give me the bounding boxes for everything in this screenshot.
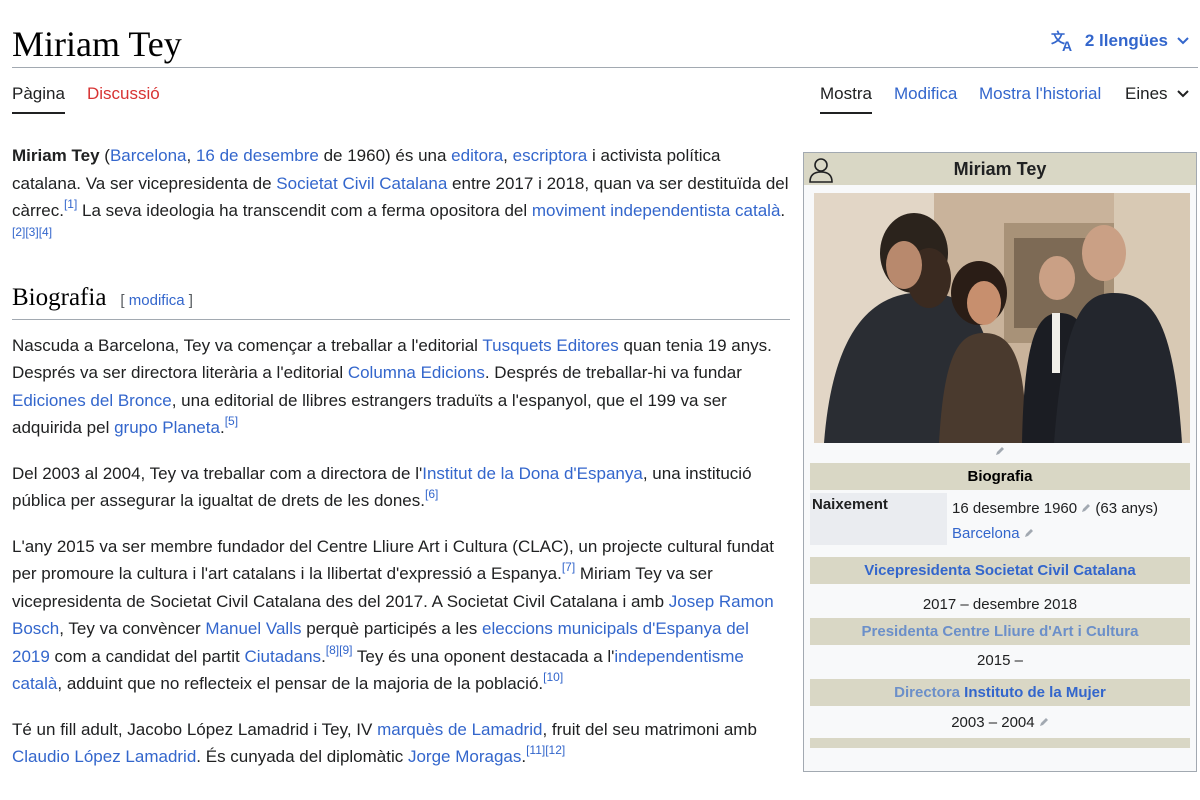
tab-page[interactable]: Pàgina	[12, 84, 65, 114]
infobox-next-row	[810, 738, 1190, 748]
paragraph-4: Té un fill adult, Jacobo López Lamadrid …	[12, 719, 757, 767]
tab-read[interactable]: Mostra	[820, 84, 872, 114]
photo-illustration	[814, 193, 1190, 443]
role-3-dates: 2003 – 2004	[804, 706, 1196, 738]
link-barcelona[interactable]: Barcelona	[110, 146, 187, 165]
infobox-role-3: Directora Instituto de la Mujer	[810, 679, 1190, 706]
infobox: Miriam Tey Biografia Naixement 16 desemb…	[803, 152, 1197, 772]
reference-1[interactable]: [1]	[64, 197, 77, 211]
chevron-down-icon	[1177, 37, 1189, 45]
birth-label: Naixement	[810, 493, 947, 545]
infobox-title: Miriam Tey	[804, 153, 1196, 185]
reference-11[interactable]: [11]	[526, 743, 545, 757]
svg-text:A: A	[1062, 38, 1072, 52]
reference-5[interactable]: [5]	[225, 414, 238, 428]
infobox-role-2: Presidenta Centre Lliure d'Art i Cultura	[810, 618, 1190, 645]
role-2-dates: 2015 –	[977, 652, 1023, 669]
reference-3[interactable]: [3]	[25, 225, 38, 239]
role-1-link[interactable]: Vicepresidenta Societat Civil Catalana	[864, 562, 1136, 579]
role-2-text[interactable]: Presidenta Centre Lliure d'Art i Cultura	[862, 623, 1139, 640]
link-manuel-valls[interactable]: Manuel Valls	[205, 619, 301, 638]
pencil-icon[interactable]	[1081, 503, 1091, 513]
link-ciutadans[interactable]: Ciutadans	[245, 647, 322, 666]
section-edit-link[interactable]: modifica	[129, 292, 185, 309]
language-count: 2 llengües	[1084, 31, 1168, 50]
link-escriptora[interactable]: escriptora	[513, 146, 588, 165]
section-title: Biografia	[12, 284, 107, 311]
reference-10[interactable]: [10]	[543, 670, 563, 684]
infobox-section-bio: Biografia	[810, 463, 1190, 490]
birth-value: 16 desembre 1960 (63 anys) Barcelona	[952, 500, 1158, 542]
reference-12[interactable]: [12]	[545, 743, 565, 757]
birth-place-link[interactable]: Barcelona	[952, 525, 1020, 542]
pencil-icon[interactable]	[1039, 717, 1049, 727]
section-heading-biografia: Biografia [ modifica ]	[12, 284, 790, 320]
page-header: Miriam Tey 文 A 2 llengües	[12, 0, 1198, 68]
paragraph-1: Nascuda a Barcelona, Tey va començar a t…	[12, 335, 772, 438]
person-icon	[809, 158, 833, 183]
reference-6[interactable]: [6]	[425, 487, 438, 501]
paragraph-3: L'any 2015 va ser membre fundador del Ce…	[12, 536, 775, 694]
article-subject: Miriam Tey	[12, 146, 100, 165]
page-title: Miriam Tey	[12, 24, 182, 64]
link-planeta[interactable]: grupo Planeta	[114, 418, 220, 437]
link-moviment[interactable]: moviment independentista català	[532, 201, 781, 220]
tab-history[interactable]: Mostra l'historial	[979, 84, 1101, 112]
link-bronce[interactable]: Ediciones del Bronce	[12, 391, 172, 410]
infobox-role-1: Vicepresidenta Societat Civil Catalana	[810, 557, 1190, 584]
link-editora[interactable]: editora	[451, 146, 503, 165]
reference-9[interactable]: [9]	[339, 643, 352, 657]
chevron-down-icon	[1176, 90, 1189, 98]
link-columna[interactable]: Columna Edicions	[348, 363, 485, 382]
reference-8[interactable]: [8]	[326, 643, 339, 657]
edit-image-icon[interactable]	[804, 443, 1196, 461]
tools-menu[interactable]: Eines	[1125, 84, 1190, 112]
link-scc[interactable]: Societat Civil Catalana	[276, 174, 447, 193]
paragraph-2: Del 2003 al 2004, Tey va treballar com a…	[12, 463, 752, 511]
tab-talk[interactable]: Discussió	[87, 84, 160, 112]
link-institut-dona[interactable]: Institut de la Dona d'Espanya	[422, 464, 643, 483]
role-3-link[interactable]: Instituto de la Mujer	[960, 684, 1106, 701]
reference-2[interactable]: [2]	[12, 225, 25, 239]
section-edit: [ modifica ]	[120, 292, 193, 309]
pencil-icon[interactable]	[1024, 528, 1034, 538]
lead-paragraph: Miriam Tey (Barcelona, 16 de desembre de…	[12, 146, 789, 239]
infobox-photo[interactable]	[814, 193, 1190, 443]
infobox-birth-row: Naixement 16 desembre 1960 (63 anys) Bar…	[810, 493, 1190, 545]
role-3-title[interactable]: Directora	[894, 684, 960, 701]
tab-edit[interactable]: Modifica	[894, 84, 957, 112]
link-date[interactable]: 16 de desembre	[196, 146, 319, 165]
role-1-dates: 2017 – desembre 2018	[922, 596, 1078, 613]
language-button[interactable]: 文 A 2 llengües	[1051, 30, 1190, 52]
tools-label: Eines	[1125, 84, 1168, 103]
link-claudio[interactable]: Claudio López Lamadrid	[12, 747, 196, 766]
link-tusquets[interactable]: Tusquets Editores	[482, 336, 618, 355]
reference-7[interactable]: [7]	[562, 560, 575, 574]
link-jorge-moragas[interactable]: Jorge Moragas	[408, 747, 521, 766]
article-content: Miriam Tey (Barcelona, 16 de desembre de…	[12, 142, 790, 789]
translate-icon: 文 A	[1051, 30, 1072, 52]
reference-4[interactable]: [4]	[39, 225, 52, 239]
tabs-bar: Pàgina Discussió Mostra Modifica Mostra …	[12, 68, 1198, 115]
link-marques[interactable]: marquès de Lamadrid	[377, 720, 542, 739]
